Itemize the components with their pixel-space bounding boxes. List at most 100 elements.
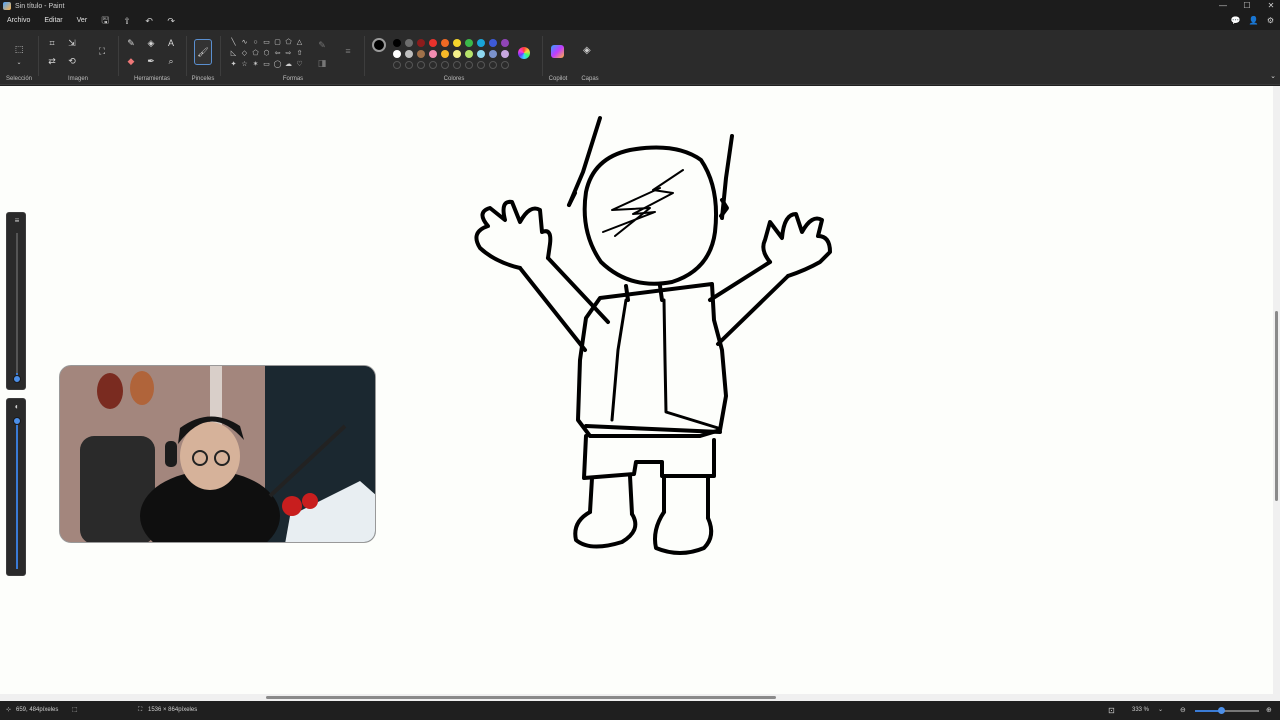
- color-swatch[interactable]: [501, 39, 509, 47]
- redo-icon[interactable]: ↷: [160, 16, 182, 27]
- color-swatch[interactable]: [465, 50, 473, 58]
- arrow-left-shape-icon[interactable]: ⇦: [272, 48, 283, 59]
- zoom-slider[interactable]: [1195, 710, 1259, 712]
- collapse-ribbon-icon[interactable]: ⌄: [1266, 70, 1280, 84]
- oval-shape-icon[interactable]: ○: [250, 37, 261, 48]
- maximize-button[interactable]: ☐: [1242, 0, 1252, 12]
- settings-icon[interactable]: ⚙: [1267, 12, 1274, 30]
- color-swatch[interactable]: [501, 50, 509, 58]
- color-swatch[interactable]: [405, 50, 413, 58]
- rectangle-shape-icon[interactable]: ▭: [261, 37, 272, 48]
- menu-archivo[interactable]: Archivo: [0, 12, 37, 30]
- menu-ver[interactable]: Ver: [70, 12, 95, 30]
- pentagon-shape-icon[interactable]: ⬠: [250, 48, 261, 59]
- hexagon-shape-icon[interactable]: ⬡: [261, 48, 272, 59]
- six-star-shape-icon[interactable]: ✶: [250, 59, 261, 70]
- color-swatch[interactable]: [465, 39, 473, 47]
- account-icon[interactable]: 👤: [1249, 12, 1259, 30]
- color-swatch[interactable]: [429, 39, 437, 47]
- opacity-slider[interactable]: ◐: [6, 398, 26, 576]
- heart-shape-icon[interactable]: ♡: [294, 59, 305, 70]
- image-select-icon[interactable]: ⛶: [95, 44, 109, 58]
- callout-rect-shape-icon[interactable]: ▭: [261, 59, 272, 70]
- right-triangle-shape-icon[interactable]: ◺: [228, 48, 239, 59]
- custom-color-slot[interactable]: [393, 61, 401, 69]
- outline-icon[interactable]: ✎: [315, 38, 329, 52]
- color-picker-icon[interactable]: ✒: [144, 54, 158, 68]
- share-icon[interactable]: ⇪: [116, 16, 138, 27]
- fill-shape-icon[interactable]: ◨: [315, 56, 329, 70]
- brush-size-slider[interactable]: ≡: [6, 212, 26, 390]
- color-swatch[interactable]: [417, 50, 425, 58]
- color-swatch[interactable]: [489, 39, 497, 47]
- close-button[interactable]: ✕: [1266, 0, 1276, 12]
- size-knob[interactable]: [13, 375, 21, 383]
- color-swatch[interactable]: [393, 39, 401, 47]
- line-shape-icon[interactable]: ╲: [228, 37, 239, 48]
- color-swatch[interactable]: [441, 39, 449, 47]
- vertical-scroll-thumb[interactable]: [1275, 311, 1278, 501]
- arrow-up-shape-icon[interactable]: ⇧: [294, 48, 305, 59]
- callout-cloud-shape-icon[interactable]: ☁: [283, 59, 294, 70]
- chevron-down-icon[interactable]: ⌄: [12, 56, 26, 70]
- selection-icon[interactable]: ⬚: [12, 42, 26, 56]
- minimize-button[interactable]: —: [1218, 0, 1228, 12]
- color-swatch[interactable]: [417, 39, 425, 47]
- curve-shape-icon[interactable]: ∿: [239, 37, 250, 48]
- zoom-out-icon[interactable]: ⊖: [1180, 701, 1186, 720]
- undo-icon[interactable]: ↶: [138, 16, 160, 27]
- custom-color-slot[interactable]: [441, 61, 449, 69]
- resize-icon[interactable]: ⇲: [65, 36, 79, 50]
- shape-size-icon[interactable]: ≡: [341, 44, 355, 58]
- flip-icon[interactable]: ⇄: [45, 54, 59, 68]
- five-star-shape-icon[interactable]: ☆: [239, 59, 250, 70]
- magnifier-icon[interactable]: ⌕: [164, 54, 178, 68]
- polygon-shape-icon[interactable]: ⬠: [283, 37, 294, 48]
- arrow-right-shape-icon[interactable]: ⇨: [283, 48, 294, 59]
- custom-color-slot[interactable]: [405, 61, 413, 69]
- rounded-rect-shape-icon[interactable]: ▢: [272, 37, 283, 48]
- color-swatch[interactable]: [393, 50, 401, 58]
- custom-color-slot[interactable]: [429, 61, 437, 69]
- zoom-in-icon[interactable]: ⊕: [1266, 701, 1272, 720]
- triangle-shape-icon[interactable]: △: [294, 37, 305, 48]
- custom-color-slot[interactable]: [417, 61, 425, 69]
- color-swatch[interactable]: [453, 39, 461, 47]
- color-swatch[interactable]: [477, 50, 485, 58]
- four-star-shape-icon[interactable]: ✦: [228, 59, 239, 70]
- zoom-slider-knob[interactable]: [1217, 707, 1225, 714]
- color-swatch[interactable]: [453, 50, 461, 58]
- primary-color[interactable]: [372, 38, 386, 52]
- horizontal-scroll-thumb[interactable]: [266, 696, 776, 699]
- callout-oval-shape-icon[interactable]: ◯: [272, 59, 283, 70]
- color-swatch[interactable]: [441, 50, 449, 58]
- color-swatch[interactable]: [477, 39, 485, 47]
- eraser-icon[interactable]: ◆: [124, 54, 138, 68]
- custom-color-slot[interactable]: [465, 61, 473, 69]
- horizontal-scrollbar[interactable]: [0, 694, 1280, 701]
- brush-button[interactable]: 🖌: [194, 39, 212, 65]
- text-icon[interactable]: A: [164, 36, 178, 50]
- color-swatch[interactable]: [405, 39, 413, 47]
- color-swatch[interactable]: [489, 50, 497, 58]
- zoom-dropdown-chevron-icon[interactable]: ⌄: [1158, 701, 1163, 720]
- opacity-knob[interactable]: [13, 417, 21, 425]
- color-wheel-icon[interactable]: [518, 47, 530, 59]
- custom-color-slot[interactable]: [453, 61, 461, 69]
- pencil-icon[interactable]: ✎: [124, 36, 138, 50]
- color-swatch[interactable]: [429, 50, 437, 58]
- vertical-scrollbar[interactable]: [1273, 86, 1280, 694]
- zoom-level[interactable]: 333 %: [1132, 701, 1149, 720]
- save-icon[interactable]: 🖫: [94, 13, 116, 29]
- fill-icon[interactable]: ◈: [144, 36, 158, 50]
- custom-color-slot[interactable]: [501, 61, 509, 69]
- custom-color-slot[interactable]: [477, 61, 485, 69]
- crop-icon[interactable]: ⌗: [45, 36, 59, 50]
- layers-icon[interactable]: ◈: [583, 45, 591, 56]
- chat-icon[interactable]: 💬: [1231, 12, 1241, 30]
- rotate-icon[interactable]: ⟲: [65, 54, 79, 68]
- custom-color-slot[interactable]: [489, 61, 497, 69]
- diamond-shape-icon[interactable]: ◇: [239, 48, 250, 59]
- fit-to-window-icon[interactable]: ⊡: [1108, 701, 1115, 720]
- copilot-icon[interactable]: [551, 45, 564, 58]
